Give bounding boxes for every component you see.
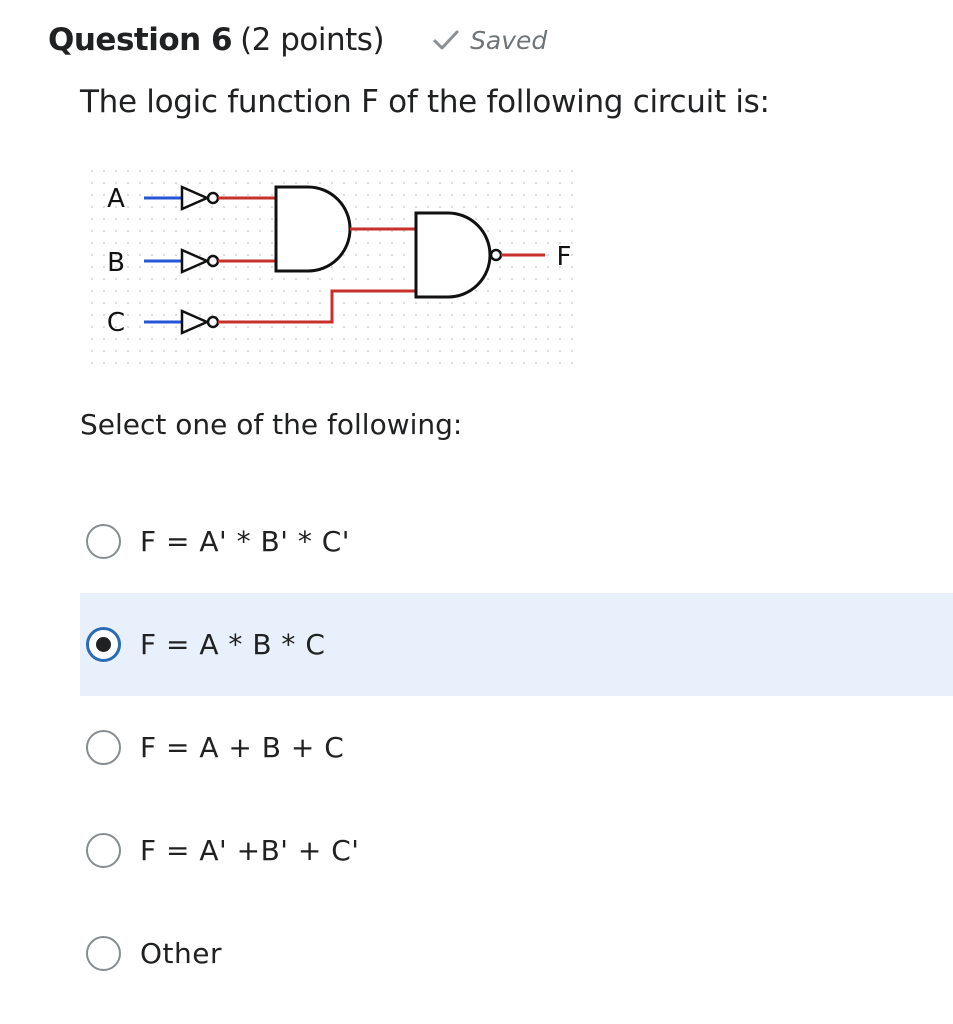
option-label[interactable]: F = A * B * C — [140, 628, 325, 661]
option-label[interactable]: F = A' * B' * C' — [140, 525, 350, 558]
option-row[interactable]: F = A' +B' + C' — [80, 799, 953, 902]
nand-output-bubble — [489, 248, 503, 262]
radio-button[interactable] — [86, 833, 121, 868]
option-row[interactable]: Other — [80, 902, 953, 1005]
select-prompt: Select one of the following: — [80, 408, 463, 441]
nand-gate-2 — [414, 211, 492, 299]
option-row[interactable]: F = A' * B' * C' — [80, 490, 953, 593]
option-row[interactable]: F = A + B + C — [80, 696, 953, 799]
radio-button[interactable] — [86, 936, 121, 971]
radio-button[interactable] — [86, 730, 121, 765]
saved-status: Saved — [432, 26, 547, 55]
input-label-c: C — [107, 308, 125, 338]
option-label[interactable]: F = A + B + C — [140, 731, 344, 764]
output-label-f: F — [557, 242, 572, 272]
question-header: Question 6 (2 points) Saved — [48, 18, 547, 62]
question-text: The logic function F of the following ci… — [80, 84, 770, 120]
question-points: (2 points) — [240, 22, 385, 58]
saved-label: Saved — [470, 25, 548, 55]
input-label-b: B — [107, 248, 125, 278]
input-label-a: A — [107, 184, 125, 214]
checkmark-icon — [433, 30, 459, 50]
question-title: Question 6 — [48, 22, 233, 58]
answer-options: F = A' * B' * C' F = A * B * C F = A + B… — [80, 490, 953, 1005]
option-row-selected[interactable]: F = A * B * C — [80, 593, 953, 696]
option-label[interactable]: Other — [140, 937, 222, 970]
radio-button[interactable] — [86, 524, 121, 559]
radio-button-checked[interactable] — [86, 627, 121, 662]
circuit-diagram: A B C F — [86, 165, 582, 371]
and-gate-1 — [274, 185, 352, 273]
option-label[interactable]: F = A' +B' + C' — [140, 834, 360, 867]
radio-dot — [96, 637, 111, 652]
